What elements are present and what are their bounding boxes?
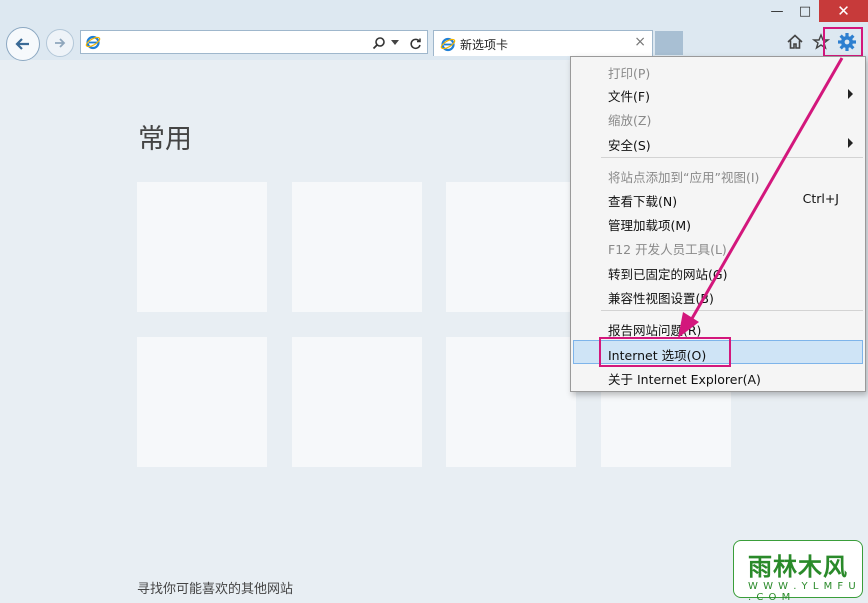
discover-sites-link[interactable]: 寻找你可能喜欢的其他网站 bbox=[137, 578, 293, 597]
menu-item-add-site-to-apps[interactable]: 将站点添加到“应用”视图(I) bbox=[571, 163, 865, 187]
page-title: 常用 bbox=[138, 124, 192, 155]
frequent-site-tile[interactable] bbox=[446, 337, 576, 467]
frequent-site-tile[interactable] bbox=[137, 182, 267, 312]
menu-item-zoom[interactable]: 缩放(Z) bbox=[571, 106, 865, 130]
watermark-title: 雨林木风 bbox=[748, 553, 848, 581]
back-arrow-icon bbox=[15, 38, 29, 50]
menu-item-label: 管理加载项(M) bbox=[608, 218, 692, 233]
tab-new-tab[interactable]: 新选项卡 × bbox=[433, 30, 653, 56]
dropdown-icon[interactable] bbox=[389, 34, 401, 52]
menu-item-label: 转到已固定的网站(G) bbox=[608, 267, 728, 282]
back-button[interactable] bbox=[6, 27, 40, 61]
ie-logo-icon bbox=[85, 35, 101, 50]
submenu-arrow-icon bbox=[848, 89, 853, 99]
watermark-logo: 雨林木风 W W W . Y L M F U . C O M bbox=[733, 540, 863, 603]
menu-item-f12-devtools[interactable]: F12 开发人员工具(L) bbox=[571, 235, 865, 259]
menu-item-print[interactable]: 打印(P) bbox=[571, 59, 865, 83]
menu-item-pinned-sites[interactable]: 转到已固定的网站(G) bbox=[571, 260, 865, 284]
frequent-site-tile[interactable] bbox=[137, 337, 267, 467]
menu-item-label: 缩放(Z) bbox=[608, 113, 652, 128]
refresh-icon[interactable] bbox=[407, 34, 423, 52]
frequent-site-tile[interactable] bbox=[292, 337, 422, 467]
menu-item-label: 文件(F) bbox=[608, 89, 650, 104]
menu-item-label: F12 开发人员工具(L) bbox=[608, 242, 727, 257]
menu-item-label: 关于 Internet Explorer(A) bbox=[608, 372, 761, 387]
address-input[interactable] bbox=[105, 33, 369, 53]
menu-item-about-ie[interactable]: 关于 Internet Explorer(A) bbox=[571, 365, 865, 389]
search-icon[interactable] bbox=[371, 34, 387, 52]
menu-separator bbox=[601, 157, 863, 158]
menu-item-label: 安全(S) bbox=[608, 138, 651, 153]
frequent-site-tile[interactable] bbox=[292, 182, 422, 312]
maximize-button[interactable]: □ bbox=[791, 0, 819, 22]
tab-close-button[interactable]: × bbox=[634, 34, 646, 50]
menu-item-manage-addons[interactable]: 管理加载项(M) bbox=[571, 211, 865, 235]
forward-arrow-icon bbox=[55, 38, 66, 48]
minimize-button[interactable]: — bbox=[763, 0, 791, 22]
menu-item-label: 查看下载(N) bbox=[608, 194, 678, 209]
new-tab-button[interactable] bbox=[655, 31, 683, 55]
tab-title: 新选项卡 bbox=[460, 38, 509, 52]
menu-item-file[interactable]: 文件(F) bbox=[571, 82, 865, 106]
menu-item-label: 兼容性视图设置(B) bbox=[608, 291, 714, 306]
menu-item-security[interactable]: 安全(S) bbox=[571, 131, 865, 155]
close-window-button[interactable]: ✕ bbox=[819, 0, 868, 22]
ie-logo-icon bbox=[440, 37, 456, 52]
gear-highlight-annotation bbox=[823, 27, 863, 57]
internet-options-highlight-annotation bbox=[599, 337, 731, 367]
menu-item-label: 将站点添加到“应用”视图(I) bbox=[608, 170, 760, 185]
watermark-url: W W W . Y L M F U . C O M bbox=[748, 581, 857, 603]
frequent-site-tile[interactable] bbox=[446, 182, 576, 312]
menu-separator bbox=[601, 310, 863, 311]
forward-button[interactable] bbox=[46, 29, 74, 57]
menu-item-shortcut: Ctrl+J bbox=[802, 191, 839, 206]
menu-item-compat-view[interactable]: 兼容性视图设置(B) bbox=[571, 284, 865, 308]
address-bar[interactable] bbox=[80, 30, 428, 54]
submenu-arrow-icon bbox=[848, 138, 853, 148]
menu-item-label: 打印(P) bbox=[608, 66, 651, 81]
home-icon[interactable] bbox=[784, 31, 806, 53]
menu-item-view-downloads[interactable]: 查看下载(N) Ctrl+J bbox=[571, 187, 865, 211]
